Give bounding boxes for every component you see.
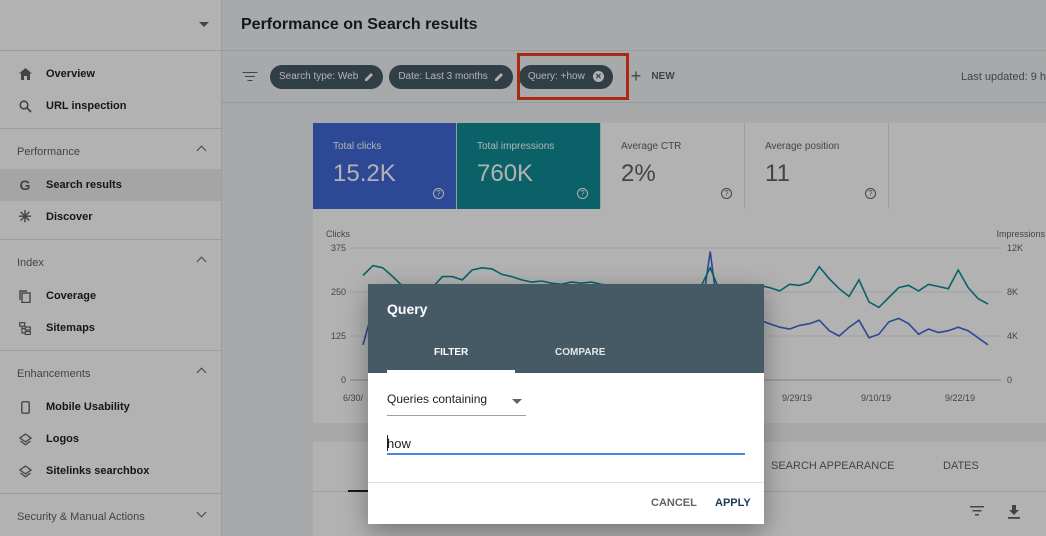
text-cursor: [387, 435, 388, 451]
query-dialog: Query FILTER COMPARE Queries containing …: [368, 284, 764, 524]
select-value: Queries containing: [387, 392, 488, 406]
dialog-header: Query FILTER COMPARE: [368, 284, 764, 373]
cancel-button[interactable]: CANCEL: [651, 497, 697, 509]
active-tab-indicator: [387, 370, 515, 373]
dialog-title: Query: [387, 301, 428, 317]
query-match-select[interactable]: Queries containing: [387, 392, 526, 416]
tab-filter[interactable]: FILTER: [434, 347, 468, 358]
tab-compare[interactable]: COMPARE: [555, 347, 605, 358]
query-input[interactable]: [387, 434, 745, 455]
apply-button[interactable]: APPLY: [715, 497, 751, 509]
dialog-divider: [368, 482, 764, 483]
dropdown-arrow-icon: [512, 399, 522, 404]
